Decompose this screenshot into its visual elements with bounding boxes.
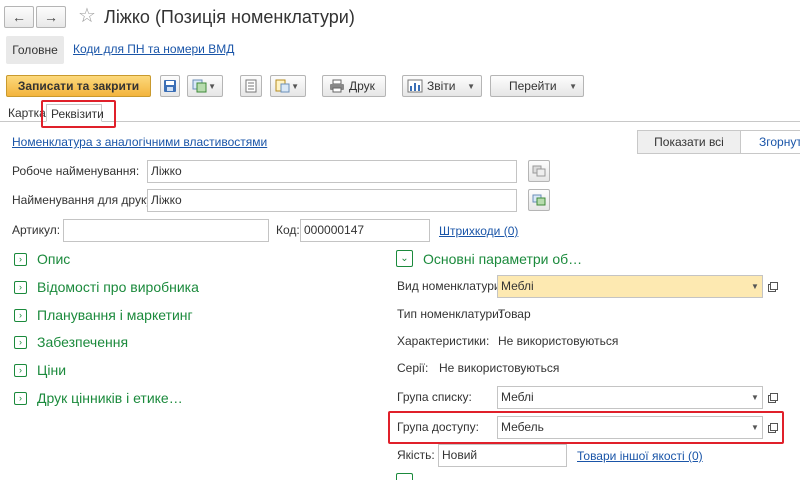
- similar-properties-link[interactable]: Номенклатура з аналогічними властивостям…: [12, 135, 267, 149]
- series-label: Серії:: [397, 361, 429, 375]
- list-group-value: Меблі: [501, 390, 534, 404]
- work-name-label: Робоче найменування:: [12, 164, 140, 178]
- document-create-icon: [275, 79, 290, 93]
- show-all-button[interactable]: Показати всі: [637, 130, 741, 154]
- goto-dropdown-button[interactable]: Перейти ▼: [490, 75, 584, 97]
- open-window-icon: [768, 423, 778, 433]
- copy-dropdown-button[interactable]: ▼: [187, 75, 223, 97]
- section-codes-link[interactable]: Коди для ПН та номери ВМД: [73, 42, 234, 56]
- access-group-open-button[interactable]: [765, 420, 781, 436]
- print-name-input[interactable]: Ліжко: [147, 189, 517, 212]
- reports-label: Звіти: [427, 79, 456, 93]
- favorite-star-icon[interactable]: ☆: [78, 4, 96, 28]
- quality-input[interactable]: Новий: [438, 444, 567, 467]
- expand-chevron-icon: ›: [14, 252, 27, 266]
- expand-chevron-icon: ›: [14, 391, 27, 405]
- forward-button[interactable]: →: [36, 6, 66, 28]
- series-value: Не використовуються: [439, 361, 560, 375]
- save-and-close-button[interactable]: Записати та закрити: [6, 75, 151, 97]
- open-window-icon: [768, 282, 778, 292]
- section-main[interactable]: Головне: [6, 36, 64, 64]
- code-input[interactable]: 000000147: [300, 219, 430, 242]
- chevron-down-icon: ▼: [208, 81, 216, 91]
- work-name-action-button[interactable]: [528, 160, 550, 182]
- chevron-down-icon[interactable]: ▼: [748, 276, 762, 297]
- expand-chevron-icon: ›: [14, 280, 27, 294]
- expand-chevron-icon: ›: [14, 335, 27, 349]
- code-label: Код:: [276, 223, 300, 237]
- group-main-params-title: Основні параметри об…: [423, 250, 583, 267]
- copy-green-icon: [532, 194, 546, 206]
- work-name-input[interactable]: Ліжко: [147, 160, 517, 183]
- chevron-down-icon: ▼: [467, 81, 475, 91]
- chevron-down-icon[interactable]: ▼: [748, 417, 762, 438]
- article-input[interactable]: [63, 219, 269, 242]
- save-button[interactable]: [160, 75, 180, 97]
- list-group-label: Група списку:: [397, 390, 472, 404]
- kind-label: Вид номенклатури:: [397, 279, 504, 293]
- next-group-expand-partial[interactable]: [396, 473, 413, 480]
- type-value: Товар: [498, 307, 531, 321]
- barcodes-link[interactable]: Штрихкоди (0): [439, 224, 518, 238]
- open-window-icon: [768, 393, 778, 403]
- tab-highlight-frame: [41, 100, 116, 128]
- group-planning[interactable]: › Планування і маркетинг: [14, 307, 193, 323]
- window-title: Ліжко (Позиція номенклатури): [104, 7, 355, 27]
- chevron-down-icon: ▼: [291, 81, 299, 91]
- characteristics-label: Характеристики:: [397, 334, 490, 348]
- expand-chevron-icon: ›: [14, 363, 27, 377]
- type-label: Тип номенклатури:: [397, 307, 503, 321]
- arrow-left-icon: ←: [12, 9, 26, 25]
- kind-open-button[interactable]: [765, 279, 781, 295]
- tab-bar-divider: [0, 121, 800, 122]
- group-price-tags-title: Друк цінників і етике…: [37, 390, 183, 406]
- list-group-open-button[interactable]: [765, 390, 781, 406]
- report-chart-icon: [407, 79, 423, 93]
- list-group-select[interactable]: Меблі ▼: [497, 386, 763, 409]
- chevron-down-icon: ▼: [569, 81, 577, 91]
- group-description[interactable]: › Опис: [14, 251, 70, 267]
- group-prices[interactable]: › Ціни: [14, 362, 66, 378]
- other-quality-link[interactable]: Товари іншої якості (0): [577, 449, 703, 463]
- printer-icon: [330, 79, 344, 93]
- group-manufacturer[interactable]: › Відомості про виробника: [14, 279, 199, 295]
- floppy-icon: [164, 80, 176, 92]
- collapse-button[interactable]: Згорнути: [741, 130, 800, 154]
- create-based-on-button[interactable]: ▼: [270, 75, 306, 97]
- group-price-tags[interactable]: › Друк цінників і етике…: [14, 390, 183, 406]
- group-planning-title: Планування і маркетинг: [37, 307, 193, 323]
- back-button[interactable]: ←: [4, 6, 34, 28]
- group-supply[interactable]: › Забезпечення: [14, 334, 128, 350]
- expand-chevron-icon: ›: [14, 308, 27, 322]
- copy-green-icon: [192, 79, 207, 93]
- collapse-chevron-icon: ⌄: [396, 250, 413, 267]
- print-button[interactable]: Друк: [322, 75, 386, 97]
- print-label: Друк: [349, 79, 375, 93]
- quality-label: Якість:: [397, 448, 435, 462]
- group-main-params[interactable]: ⌄ Основні параметри об…: [396, 250, 582, 267]
- group-manufacturer-title: Відомості про виробника: [37, 279, 199, 295]
- access-group-label: Група доступу:: [397, 420, 480, 434]
- kind-value: Меблі: [501, 279, 534, 293]
- group-supply-title: Забезпечення: [37, 334, 129, 350]
- article-label: Артикул:: [12, 223, 61, 237]
- print-name-action-button[interactable]: [528, 189, 550, 211]
- characteristics-value: Не використовуються: [498, 334, 619, 348]
- group-description-title: Опис: [37, 251, 71, 267]
- copy-grey-icon: [532, 165, 546, 177]
- print-name-label: Найменування для друку:: [12, 193, 156, 207]
- goto-label: Перейти: [509, 79, 557, 93]
- structure-button[interactable]: [240, 75, 262, 97]
- access-group-value: Мебель: [501, 420, 544, 434]
- kind-select[interactable]: Меблі ▼: [497, 275, 763, 298]
- group-prices-title: Ціни: [37, 362, 67, 378]
- chevron-down-icon[interactable]: ▼: [748, 387, 762, 408]
- reports-dropdown-button[interactable]: Звіти ▼: [402, 75, 482, 97]
- access-group-select[interactable]: Мебель ▼: [497, 416, 763, 439]
- arrow-right-icon: →: [44, 9, 58, 25]
- document-list-icon: [245, 79, 257, 93]
